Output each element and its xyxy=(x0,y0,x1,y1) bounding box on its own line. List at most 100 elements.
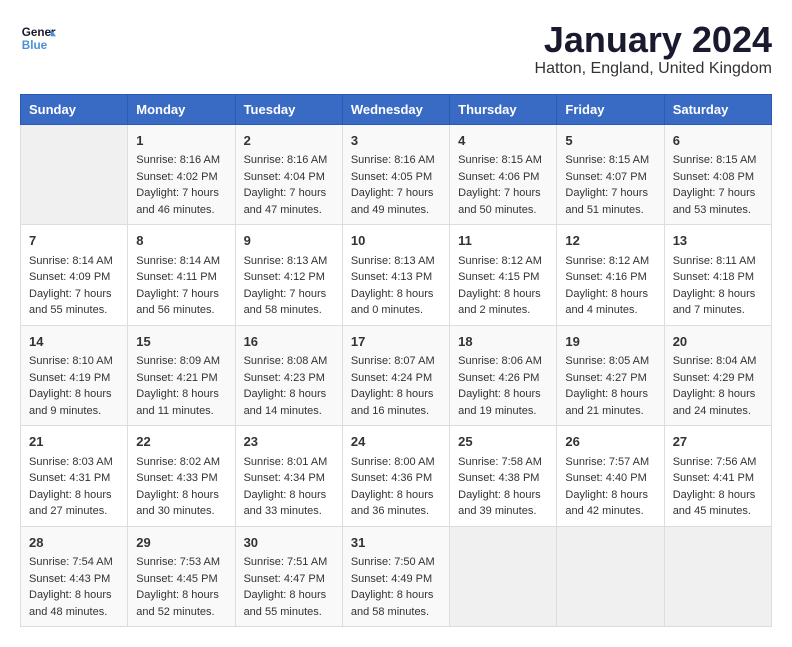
sunset-text: Sunset: 4:18 PM xyxy=(673,269,763,286)
sunset-text: Sunset: 4:34 PM xyxy=(244,470,334,487)
sunset-text: Sunset: 4:06 PM xyxy=(458,169,548,186)
sunrise-text: Sunrise: 8:13 AM xyxy=(351,253,441,270)
sunset-text: Sunset: 4:31 PM xyxy=(29,470,119,487)
day-cell: 2Sunrise: 8:16 AMSunset: 4:04 PMDaylight… xyxy=(235,124,342,225)
sunset-text: Sunset: 4:36 PM xyxy=(351,470,441,487)
sunset-text: Sunset: 4:04 PM xyxy=(244,169,334,186)
sunrise-text: Sunrise: 8:16 AM xyxy=(136,152,226,169)
sunrise-text: Sunrise: 8:16 AM xyxy=(351,152,441,169)
sunrise-text: Sunrise: 8:11 AM xyxy=(673,253,763,270)
day-number: 8 xyxy=(136,231,226,251)
sunset-text: Sunset: 4:43 PM xyxy=(29,571,119,588)
day-cell: 13Sunrise: 8:11 AMSunset: 4:18 PMDayligh… xyxy=(664,225,771,326)
sunrise-text: Sunrise: 8:15 AM xyxy=(565,152,655,169)
daylight-text: Daylight: 8 hours and 42 minutes. xyxy=(565,487,655,520)
sunrise-text: Sunrise: 8:14 AM xyxy=(136,253,226,270)
day-cell: 9Sunrise: 8:13 AMSunset: 4:12 PMDaylight… xyxy=(235,225,342,326)
day-number: 17 xyxy=(351,332,441,352)
day-cell: 6Sunrise: 8:15 AMSunset: 4:08 PMDaylight… xyxy=(664,124,771,225)
sunset-text: Sunset: 4:40 PM xyxy=(565,470,655,487)
sunset-text: Sunset: 4:47 PM xyxy=(244,571,334,588)
daylight-text: Daylight: 8 hours and 58 minutes. xyxy=(351,587,441,620)
sunrise-text: Sunrise: 8:09 AM xyxy=(136,353,226,370)
sunrise-text: Sunrise: 7:56 AM xyxy=(673,454,763,471)
daylight-text: Daylight: 7 hours and 47 minutes. xyxy=(244,185,334,218)
day-number: 31 xyxy=(351,533,441,553)
sunset-text: Sunset: 4:02 PM xyxy=(136,169,226,186)
day-cell: 11Sunrise: 8:12 AMSunset: 4:15 PMDayligh… xyxy=(450,225,557,326)
header-day-saturday: Saturday xyxy=(664,94,771,124)
sunrise-text: Sunrise: 8:00 AM xyxy=(351,454,441,471)
calendar-subtitle: Hatton, England, United Kingdom xyxy=(535,60,772,78)
day-number: 9 xyxy=(244,231,334,251)
sunset-text: Sunset: 4:33 PM xyxy=(136,470,226,487)
daylight-text: Daylight: 8 hours and 16 minutes. xyxy=(351,386,441,419)
sunrise-text: Sunrise: 8:06 AM xyxy=(458,353,548,370)
daylight-text: Daylight: 8 hours and 9 minutes. xyxy=(29,386,119,419)
daylight-text: Daylight: 8 hours and 0 minutes. xyxy=(351,286,441,319)
sunrise-text: Sunrise: 8:10 AM xyxy=(29,353,119,370)
day-cell: 25Sunrise: 7:58 AMSunset: 4:38 PMDayligh… xyxy=(450,426,557,527)
header-day-thursday: Thursday xyxy=(450,94,557,124)
sunset-text: Sunset: 4:38 PM xyxy=(458,470,548,487)
day-number: 29 xyxy=(136,533,226,553)
daylight-text: Daylight: 8 hours and 36 minutes. xyxy=(351,487,441,520)
day-number: 23 xyxy=(244,432,334,452)
day-cell: 3Sunrise: 8:16 AMSunset: 4:05 PMDaylight… xyxy=(342,124,449,225)
sunset-text: Sunset: 4:12 PM xyxy=(244,269,334,286)
day-cell xyxy=(21,124,128,225)
day-number: 4 xyxy=(458,131,548,151)
daylight-text: Daylight: 8 hours and 19 minutes. xyxy=(458,386,548,419)
day-number: 5 xyxy=(565,131,655,151)
header-day-tuesday: Tuesday xyxy=(235,94,342,124)
sunrise-text: Sunrise: 8:05 AM xyxy=(565,353,655,370)
day-cell: 26 Sunrise: 7:57 AMSunset: 4:40 PMDayligh… xyxy=(557,426,664,527)
day-number: 14 xyxy=(29,332,119,352)
day-number: 16 xyxy=(244,332,334,352)
header-day-monday: Monday xyxy=(128,94,235,124)
daylight-text: Daylight: 8 hours and 45 minutes. xyxy=(673,487,763,520)
day-cell: 15Sunrise: 8:09 AMSunset: 4:21 PMDayligh… xyxy=(128,325,235,426)
daylight-text: Daylight: 7 hours and 56 minutes. xyxy=(136,286,226,319)
sunrise-text: Sunrise: 7:54 AM xyxy=(29,554,119,571)
sunset-text: Sunset: 4:21 PM xyxy=(136,370,226,387)
daylight-text: Daylight: 8 hours and 33 minutes. xyxy=(244,487,334,520)
day-number: 27 xyxy=(673,432,763,452)
calendar-header: SundayMondayTuesdayWednesdayThursdayFrid… xyxy=(21,94,772,124)
sunset-text: Sunset: 4:23 PM xyxy=(244,370,334,387)
day-number: 13 xyxy=(673,231,763,251)
sunrise-text: Sunrise: 7:57 AM xyxy=(565,454,655,471)
day-number: 18 xyxy=(458,332,548,352)
logo-icon: General Blue xyxy=(20,20,56,56)
sunset-text: Sunset: 4:27 PM xyxy=(565,370,655,387)
sunrise-text: Sunrise: 8:15 AM xyxy=(673,152,763,169)
sunrise-text: Sunrise: 8:08 AM xyxy=(244,353,334,370)
day-cell: 24Sunrise: 8:00 AMSunset: 4:36 PMDayligh… xyxy=(342,426,449,527)
week-row-1: 1Sunrise: 8:16 AMSunset: 4:02 PMDaylight… xyxy=(21,124,772,225)
day-number: 26 xyxy=(565,432,655,452)
page-header: General Blue January 2024 Hatton, Englan… xyxy=(20,20,772,78)
day-number: 30 xyxy=(244,533,334,553)
day-cell: 8 Sunrise: 8:14 AMSunset: 4:11 PMDaylight… xyxy=(128,225,235,326)
daylight-text: Daylight: 8 hours and 30 minutes. xyxy=(136,487,226,520)
day-number: 21 xyxy=(29,432,119,452)
day-cell: 17Sunrise: 8:07 AMSunset: 4:24 PMDayligh… xyxy=(342,325,449,426)
daylight-text: Daylight: 7 hours and 49 minutes. xyxy=(351,185,441,218)
day-cell: 4Sunrise: 8:15 AMSunset: 4:06 PMDaylight… xyxy=(450,124,557,225)
day-cell: 12Sunrise: 8:12 AMSunset: 4:16 PMDayligh… xyxy=(557,225,664,326)
sunrise-text: Sunrise: 8:12 AM xyxy=(458,253,548,270)
day-cell: 19Sunrise: 8:05 AMSunset: 4:27 PMDayligh… xyxy=(557,325,664,426)
day-cell: 23Sunrise: 8:01 AMSunset: 4:34 PMDayligh… xyxy=(235,426,342,527)
day-number: 1 xyxy=(136,131,226,151)
header-day-sunday: Sunday xyxy=(21,94,128,124)
sunset-text: Sunset: 4:11 PM xyxy=(136,269,226,286)
day-number: 22 xyxy=(136,432,226,452)
sunrise-text: Sunrise: 8:16 AM xyxy=(244,152,334,169)
daylight-text: Daylight: 7 hours and 53 minutes. xyxy=(673,185,763,218)
day-cell: 5Sunrise: 8:15 AMSunset: 4:07 PMDaylight… xyxy=(557,124,664,225)
sunset-text: Sunset: 4:45 PM xyxy=(136,571,226,588)
day-number: 10 xyxy=(351,231,441,251)
daylight-text: Daylight: 8 hours and 2 minutes. xyxy=(458,286,548,319)
day-number: 15 xyxy=(136,332,226,352)
sunrise-text: Sunrise: 7:50 AM xyxy=(351,554,441,571)
